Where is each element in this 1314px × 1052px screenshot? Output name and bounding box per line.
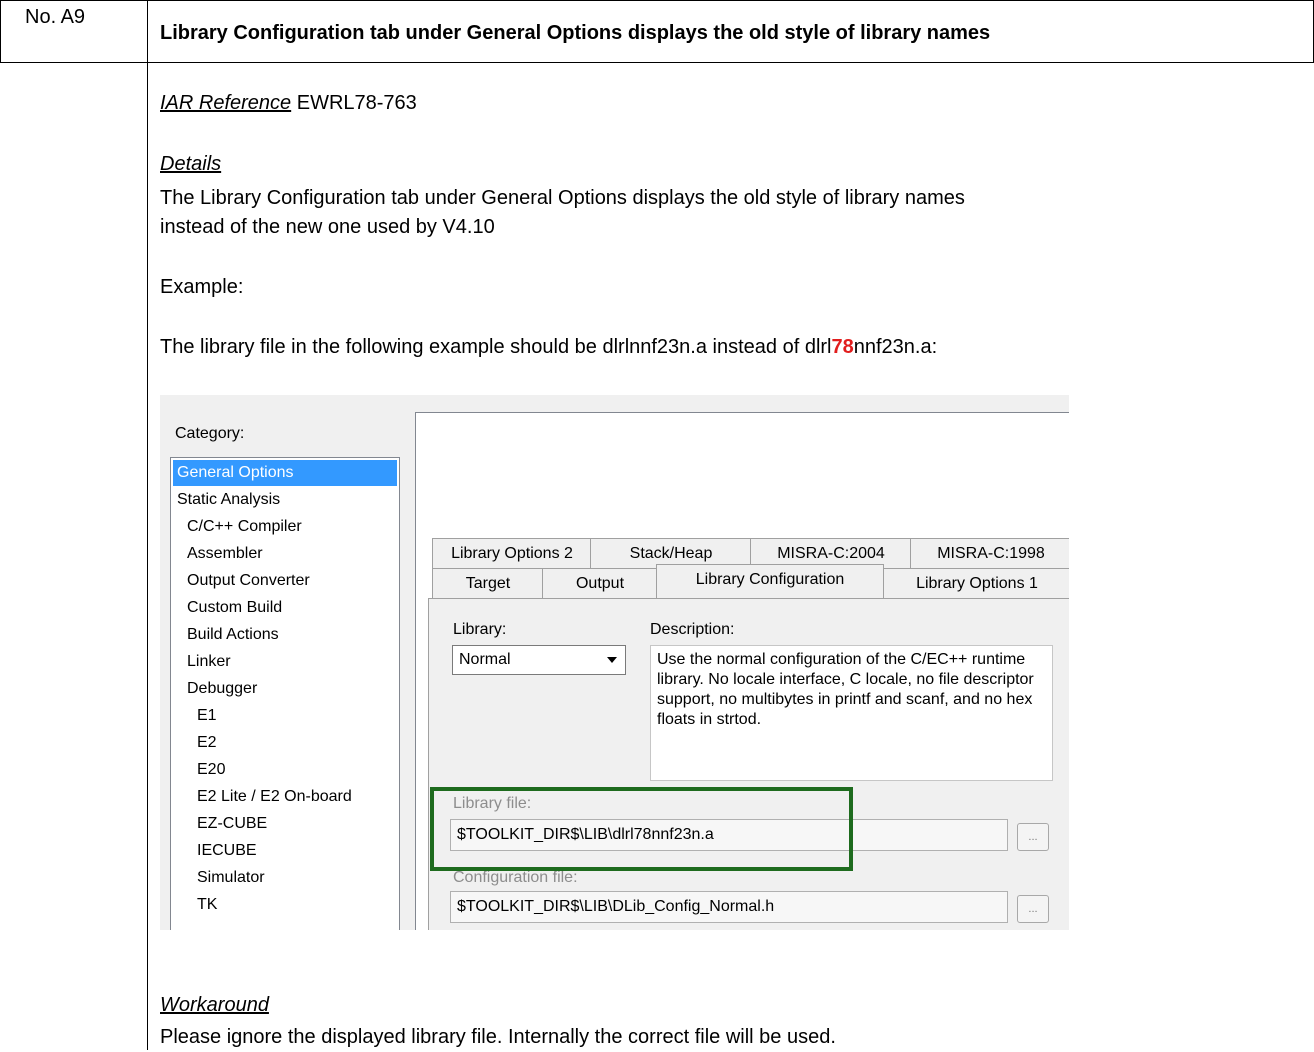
category-list[interactable]: General Options Static Analysis C/C++ Co… [170,457,400,930]
category-item[interactable]: Static Analysis [177,487,280,513]
category-label: Category: [175,425,245,442]
category-item[interactable]: E1 [197,703,217,729]
config-file-value: $TOOLKIT_DIR$\LIB\DLib_Config_Normal.h [457,898,775,915]
table-column-divider [147,0,148,1050]
library-select[interactable]: Normal [452,645,626,675]
example-highlight: 78 [831,336,854,358]
tab-target[interactable]: Target [432,568,544,598]
category-item[interactable]: C/C++ Compiler [187,514,302,540]
table-border-top [0,0,1314,1]
config-file-field[interactable]: $TOOLKIT_DIR$\LIB\DLib_Config_Normal.h [450,891,1008,923]
category-item[interactable]: Linker [187,649,231,675]
tab-library-options-2[interactable]: Library Options 2 [432,538,592,568]
tab-library-configuration[interactable]: Library Configuration [656,564,884,598]
config-file-browse-button[interactable]: ... [1017,895,1049,923]
example-label: Example: [160,276,244,298]
details-line-2: instead of the new one used by V4.10 [160,216,495,238]
library-file-browse-button[interactable]: ... [1017,823,1049,851]
issue-table: No. A9 Library Configuration tab under G… [0,0,1314,1050]
issue-title: Library Configuration tab under General … [160,22,991,44]
library-label: Library: [453,621,507,638]
config-file-label: Configuration file: [453,869,578,886]
reference-label: IAR Reference [160,92,292,114]
reference-line: IAR Reference EWRL78-763 [160,89,417,118]
table-border-left [0,0,1,63]
category-item[interactable]: TK [197,892,217,918]
workaround-text: Please ignore the displayed library file… [160,1026,836,1048]
description-label: Description: [650,621,735,638]
category-item[interactable]: General Options [173,460,397,486]
example-sentence: The library file in the following exampl… [160,333,937,362]
options-dialog-screenshot: Category: General Options Static Analysi… [160,395,1069,930]
category-item[interactable]: E2 Lite / E2 On-board [197,784,352,810]
category-item[interactable]: Assembler [187,541,263,567]
description-text: Use the normal configuration of the C/EC… [657,651,1034,728]
workaround-heading: Workaround [160,994,269,1016]
category-item[interactable]: Debugger [187,676,257,702]
category-item[interactable]: IECUBE [197,838,257,864]
library-select-value: Normal [459,651,511,668]
tab-output[interactable]: Output [542,568,658,598]
reference-value: EWRL78-763 [291,92,417,114]
category-item[interactable]: EZ-CUBE [197,811,267,837]
details-line-1: The Library Configuration tab under Gene… [160,187,965,209]
category-item[interactable]: E20 [197,757,225,783]
chevron-down-icon [607,657,617,663]
example-sentence-end: nnf23n.a: [853,336,938,358]
description-box: Use the normal configuration of the C/EC… [650,645,1053,781]
table-header-divider [0,62,1314,63]
issue-number: No. A9 [25,6,86,28]
details-heading: Details [160,153,222,175]
tab-library-options-1[interactable]: Library Options 1 [882,568,1069,598]
category-item[interactable]: Build Actions [187,622,279,648]
category-item[interactable]: Simulator [197,865,265,891]
category-item[interactable]: Custom Build [187,595,282,621]
library-file-highlight-box [430,787,853,871]
category-item[interactable]: E2 [197,730,217,756]
example-sentence-start: The library file in the following exampl… [160,336,832,358]
tab-misra-c-1998[interactable]: MISRA-C:1998 [910,538,1069,568]
category-item[interactable]: Output Converter [187,568,310,594]
